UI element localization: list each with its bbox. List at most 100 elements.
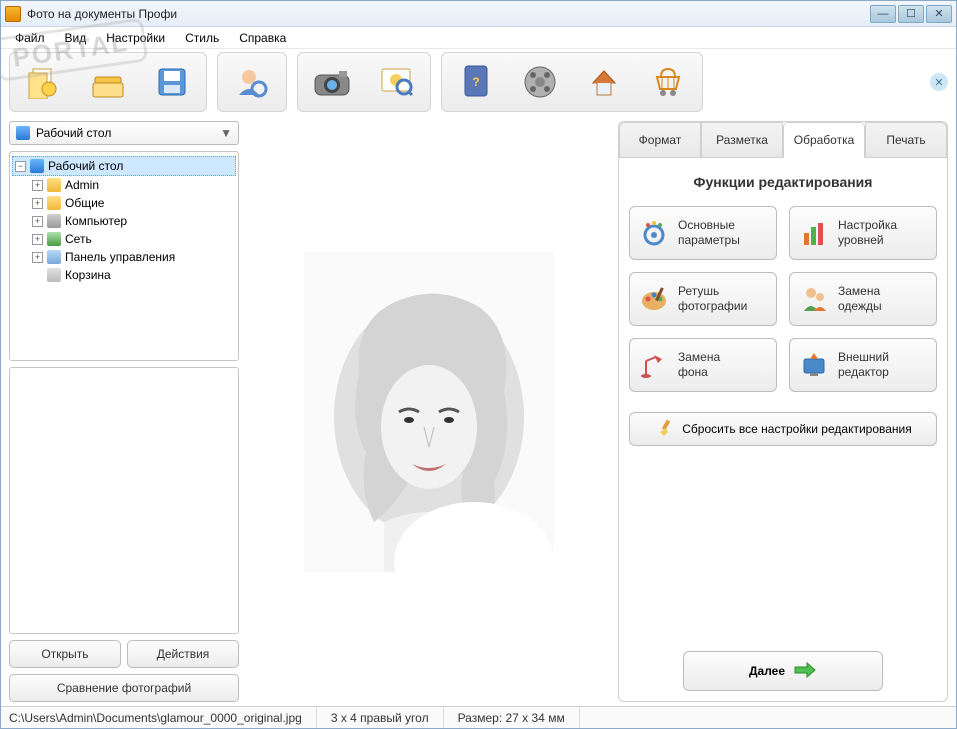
person-swap-icon	[800, 285, 828, 313]
status-size: Размер: 27 x 34 мм	[444, 707, 580, 728]
toolbar-open-icon[interactable]	[78, 57, 138, 107]
titlebar: Фото на документы Профи — ☐ ✕	[1, 1, 956, 27]
toolbar-scanner-icon[interactable]	[366, 57, 426, 107]
tree-item-label: Admin	[65, 178, 99, 192]
minimize-button[interactable]: —	[870, 5, 896, 23]
thumbnail-preview	[9, 367, 239, 634]
tree-item[interactable]: + Общие	[12, 194, 236, 212]
toolbar-user-icon[interactable]	[222, 57, 282, 107]
brush-icon	[654, 418, 674, 441]
window-controls: — ☐ ✕	[870, 5, 952, 23]
expand-icon[interactable]: +	[32, 198, 43, 209]
status-path: C:\Users\Admin\Documents\glamour_0000_or…	[9, 707, 317, 728]
gear-icon	[640, 219, 668, 247]
tree-item[interactable]: Корзина	[12, 266, 236, 284]
maximize-button[interactable]: ☐	[898, 5, 924, 23]
func-basic-button[interactable]: Основныепараметры	[629, 206, 777, 260]
monitor-icon	[800, 351, 828, 379]
toolbar-camera-icon[interactable]	[302, 57, 362, 107]
menu-file[interactable]: Файл	[5, 29, 55, 47]
toolbar-help-icon[interactable]: ?	[446, 57, 506, 107]
tree-item[interactable]: + Панель управления	[12, 248, 236, 266]
photo-preview-area	[247, 121, 610, 702]
lamp-icon	[640, 351, 668, 379]
left-panel: Рабочий стол ▼ − Рабочий стол + Admin + Об…	[9, 121, 239, 702]
tab-format[interactable]: Формат	[619, 122, 701, 158]
toolbar-tip-close-icon[interactable]: ✕	[930, 73, 948, 91]
tree-root[interactable]: − Рабочий стол	[12, 156, 236, 176]
menu-style[interactable]: Стиль	[175, 29, 229, 47]
tree-item[interactable]: + Сеть	[12, 230, 236, 248]
compare-button[interactable]: Сравнение фотографий	[9, 674, 239, 702]
next-button[interactable]: Далее	[683, 651, 883, 691]
desktop-icon	[30, 159, 44, 173]
tree-item-label: Компьютер	[65, 214, 127, 228]
app-window: Фото на документы Профи — ☐ ✕ Файл Вид Н…	[0, 0, 957, 729]
func-label: Внешнийредактор	[838, 350, 889, 380]
menu-help[interactable]: Справка	[229, 29, 296, 47]
toolbar: ? ✕	[1, 49, 956, 115]
actions-button[interactable]: Действия	[127, 640, 239, 668]
func-retouch-button[interactable]: Ретушьфотографии	[629, 272, 777, 326]
expand-icon[interactable]: +	[32, 252, 43, 263]
func-label: Заменаодежды	[838, 284, 882, 314]
photo-preview	[304, 252, 554, 572]
tab-print[interactable]: Печать	[865, 122, 947, 158]
close-button[interactable]: ✕	[926, 5, 952, 23]
func-clothes-button[interactable]: Заменаодежды	[789, 272, 937, 326]
expand-icon[interactable]: +	[32, 180, 43, 191]
func-label: Заменафона	[678, 350, 720, 380]
tabs: Формат Разметка Обработка Печать	[619, 122, 947, 158]
function-grid: Основныепараметры Настройкауровней Ретуш…	[629, 206, 937, 392]
content-area: Рабочий стол ▼ − Рабочий стол + Admin + Об…	[1, 115, 956, 706]
menu-settings[interactable]: Настройки	[96, 29, 175, 47]
palette-icon	[640, 285, 668, 313]
folder-icon	[47, 196, 61, 210]
toolbar-new-icon[interactable]	[14, 57, 74, 107]
toolbar-cart-icon[interactable]	[638, 57, 698, 107]
collapse-icon[interactable]: −	[15, 161, 26, 172]
open-button[interactable]: Открыть	[9, 640, 121, 668]
toolbar-home-icon[interactable]	[574, 57, 634, 107]
right-panel: Формат Разметка Обработка Печать Функции…	[618, 121, 948, 702]
func-external-button[interactable]: Внешнийредактор	[789, 338, 937, 392]
next-label: Далее	[749, 664, 785, 678]
func-levels-button[interactable]: Настройкауровней	[789, 206, 937, 260]
tree-item-label: Панель управления	[65, 250, 175, 264]
func-label: Основныепараметры	[678, 218, 740, 248]
control-panel-icon	[47, 250, 61, 264]
trash-icon	[47, 268, 61, 282]
location-combo[interactable]: Рабочий стол ▼	[9, 121, 239, 145]
tab-layout[interactable]: Разметка	[701, 122, 783, 158]
folder-icon	[47, 178, 61, 192]
tree-item[interactable]: + Admin	[12, 176, 236, 194]
panel-title: Функции редактирования	[629, 174, 937, 190]
computer-icon	[47, 214, 61, 228]
toolbar-save-icon[interactable]	[142, 57, 202, 107]
func-background-button[interactable]: Заменафона	[629, 338, 777, 392]
reset-label: Сбросить все настройки редактирования	[682, 422, 912, 436]
tab-process[interactable]: Обработка	[783, 122, 865, 158]
statusbar: C:\Users\Admin\Documents\glamour_0000_or…	[1, 706, 956, 728]
svg-text:?: ?	[472, 75, 479, 89]
combo-label: Рабочий стол	[36, 126, 111, 140]
tree-item-label: Общие	[65, 196, 104, 210]
tree-item[interactable]: + Компьютер	[12, 212, 236, 230]
folder-tree[interactable]: − Рабочий стол +Admin +Общие +Компьютер …	[9, 151, 239, 361]
desktop-icon	[16, 126, 30, 140]
menu-view[interactable]: Вид	[55, 29, 97, 47]
chevron-down-icon: ▼	[220, 126, 232, 140]
expand-icon[interactable]: +	[32, 216, 43, 227]
expand-icon[interactable]: +	[32, 234, 43, 245]
status-corner: 3 x 4 правый угол	[317, 707, 444, 728]
app-icon	[5, 6, 21, 22]
reset-button[interactable]: Сбросить все настройки редактирования	[629, 412, 937, 446]
func-label: Ретушьфотографии	[678, 284, 747, 314]
bars-icon	[800, 219, 828, 247]
menubar: Файл Вид Настройки Стиль Справка	[1, 27, 956, 49]
func-label: Настройкауровней	[838, 218, 897, 248]
toolbar-video-icon[interactable]	[510, 57, 570, 107]
network-icon	[47, 232, 61, 246]
tree-item-label: Сеть	[65, 232, 92, 246]
tree-item-label: Корзина	[65, 268, 111, 282]
